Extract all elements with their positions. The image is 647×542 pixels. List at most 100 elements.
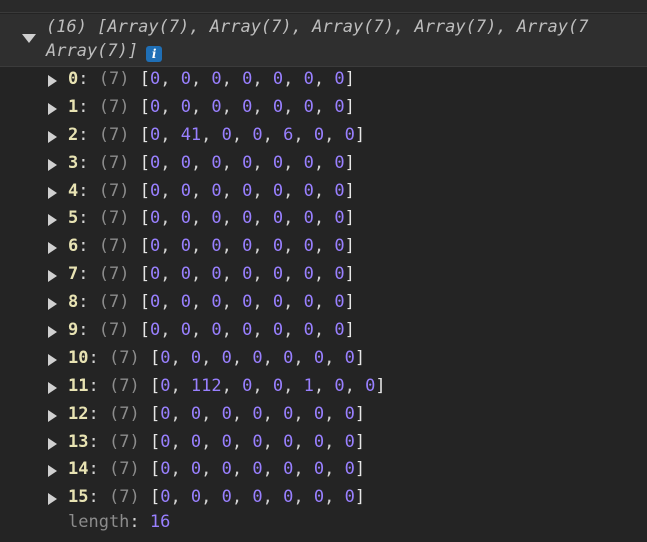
expand-arrow-icon[interactable] <box>48 130 57 143</box>
array-value: 0 <box>334 264 345 285</box>
entry-length: (7) <box>98 180 130 201</box>
array-value: 0 <box>303 236 314 257</box>
entry-length: (7) <box>98 320 130 341</box>
close-bracket: ] <box>354 487 366 508</box>
array-value: 0 <box>211 236 222 257</box>
expand-toggle-icon[interactable] <box>22 34 36 43</box>
array-entry-row[interactable]: 8: (7) [0, 0, 0, 0, 0, 0, 0] <box>0 289 647 317</box>
entry-colon: : <box>88 431 109 452</box>
array-value: 0 <box>242 208 253 229</box>
array-value: 0 <box>252 403 263 424</box>
entry-colon: : <box>88 347 109 368</box>
entry-index: 1 <box>68 96 79 117</box>
array-entry-row[interactable]: 1: (7) [0, 0, 0, 0, 0, 0, 0] <box>0 94 647 122</box>
previous-log-line <box>0 0 647 13</box>
expand-arrow-icon[interactable] <box>48 353 57 366</box>
array-value: 0 <box>242 69 253 89</box>
expand-arrow-icon[interactable] <box>48 326 57 339</box>
array-entries: 0: (7) [0, 0, 0, 0, 0, 0, 0] 1: (7) [0, 0… <box>0 66 647 512</box>
expand-arrow-icon[interactable] <box>48 270 57 283</box>
entry-index: 11 <box>68 375 89 396</box>
array-value: 0 <box>252 431 263 452</box>
expand-arrow-icon[interactable] <box>48 298 57 311</box>
array-value: 0 <box>252 487 263 508</box>
open-bracket: [ <box>139 264 150 285</box>
expand-arrow-icon[interactable] <box>48 493 57 506</box>
expand-arrow-icon[interactable] <box>48 186 57 199</box>
entry-index: 8 <box>68 292 79 313</box>
array-entry-row[interactable]: 4: (7) [0, 0, 0, 0, 0, 0, 0] <box>0 178 647 206</box>
array-value: 0 <box>221 459 232 480</box>
entry-length: (7) <box>98 208 130 229</box>
array-value: 41 <box>180 124 202 145</box>
array-value: 0 <box>344 459 355 480</box>
array-value: 0 <box>180 292 191 313</box>
expand-arrow-icon[interactable] <box>48 214 57 227</box>
expand-arrow-icon[interactable] <box>48 437 57 450</box>
entry-index: 4 <box>68 180 79 201</box>
array-value: 0 <box>221 124 232 145</box>
array-value: 0 <box>149 180 161 201</box>
expand-arrow-icon[interactable] <box>48 158 57 171</box>
array-value: 0 <box>334 69 345 89</box>
array-entry-row[interactable]: 7: (7) [0, 0, 0, 0, 0, 0, 0] <box>0 261 647 289</box>
array-value: 0 <box>190 431 202 452</box>
array-value: 0 <box>149 96 161 117</box>
array-entry-row[interactable]: 3: (7) [0, 0, 0, 0, 0, 0, 0] <box>0 150 647 178</box>
array-value: 0 <box>272 96 284 117</box>
entry-colon: : <box>88 487 109 508</box>
array-value: 0 <box>180 236 191 257</box>
array-entry-row[interactable]: 13: (7) [0, 0, 0, 0, 0, 0, 0] <box>0 429 647 457</box>
array-entry-row[interactable]: 14: (7) [0, 0, 0, 0, 0, 0, 0] <box>0 456 647 484</box>
entry-length: (7) <box>108 487 140 508</box>
array-value: 0 <box>272 208 284 229</box>
entry-length: (7) <box>98 264 130 285</box>
info-icon[interactable]: i <box>146 46 163 62</box>
close-bracket: ] <box>344 180 355 201</box>
array-entry-row[interactable]: 15: (7) [0, 0, 0, 0, 0, 0, 0] <box>0 484 647 512</box>
entry-index: 7 <box>68 264 79 285</box>
expand-arrow-icon[interactable] <box>48 465 57 478</box>
array-value: 0 <box>160 403 171 424</box>
open-bracket: [ <box>139 320 150 341</box>
array-value: 0 <box>344 403 355 424</box>
array-entry-row[interactable]: 0: (7) [0, 0, 0, 0, 0, 0, 0] <box>0 66 647 94</box>
length-property: length: 16 <box>68 512 170 532</box>
open-bracket: [ <box>139 180 150 201</box>
array-entry-row[interactable]: 9: (7) [0, 0, 0, 0, 0, 0, 0] <box>0 317 647 345</box>
entry-length: (7) <box>98 124 130 145</box>
entry-index: 6 <box>68 236 79 257</box>
array-value: 0 <box>365 375 376 396</box>
expand-arrow-icon[interactable] <box>48 102 57 115</box>
entry-colon: : <box>78 96 99 117</box>
array-value: 0 <box>242 180 253 201</box>
array-entry-row[interactable]: 12: (7) [0, 0, 0, 0, 0, 0, 0] <box>0 401 647 429</box>
array-value: 0 <box>180 152 191 173</box>
array-value: 112 <box>190 375 222 396</box>
array-entry-row[interactable]: 6: (7) [0, 0, 0, 0, 0, 0, 0] <box>0 233 647 261</box>
array-value: 0 <box>272 69 284 89</box>
expand-arrow-icon[interactable] <box>48 381 57 394</box>
entry-colon: : <box>78 69 99 89</box>
array-entry-row[interactable]: 5: (7) [0, 0, 0, 0, 0, 0, 0] <box>0 205 647 233</box>
array-value: 0 <box>303 264 314 285</box>
array-value: 0 <box>242 320 253 341</box>
length-value: 16 <box>149 512 171 532</box>
expand-arrow-icon[interactable] <box>48 75 57 87</box>
array-summary[interactable]: (16) [Array(7), Array(7), Array(7), Arra… <box>0 14 647 67</box>
array-value: 0 <box>190 459 202 480</box>
array-value: 0 <box>211 180 222 201</box>
array-entry-content: 4: (7) [0, 0, 0, 0, 0, 0, 0] <box>68 180 355 201</box>
expand-arrow-icon[interactable] <box>48 242 57 255</box>
length-colon: : <box>129 512 150 532</box>
expand-arrow-icon[interactable] <box>48 409 57 422</box>
array-value: 0 <box>283 459 294 480</box>
array-value: 0 <box>272 236 284 257</box>
array-value: 0 <box>242 292 253 313</box>
array-entry-row[interactable]: 2: (7) [0, 41, 0, 0, 6, 0, 0] <box>0 122 647 150</box>
array-entry-row[interactable]: 11: (7) [0, 112, 0, 0, 1, 0, 0] <box>0 373 647 401</box>
array-entry-row[interactable]: 10: (7) [0, 0, 0, 0, 0, 0, 0] <box>0 345 647 373</box>
array-value: 1 <box>303 375 314 396</box>
array-value: 0 <box>221 487 232 508</box>
array-value: 0 <box>242 96 253 117</box>
